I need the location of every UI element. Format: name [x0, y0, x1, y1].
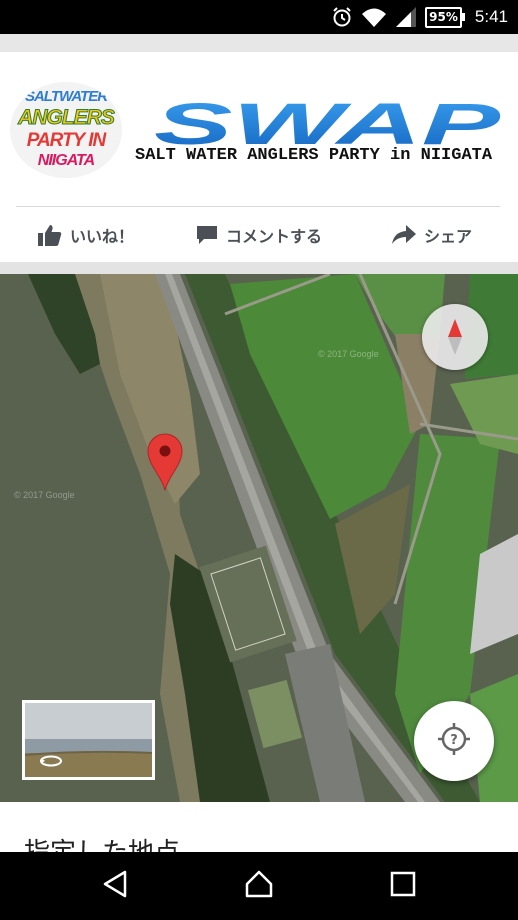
street-view-thumbnail[interactable] — [22, 700, 155, 780]
location-pin-icon[interactable] — [147, 433, 183, 491]
navigation-bar — [0, 852, 518, 920]
swap-subtitle: SALT WATER ANGLERS PARTY in NIIGATA — [135, 146, 493, 165]
comment-icon — [196, 224, 218, 246]
logo-line-2: ANGLERS — [18, 106, 116, 130]
cell-signal-icon — [395, 6, 417, 28]
place-title: 指定した地点 — [24, 832, 180, 852]
alarm-icon — [331, 6, 353, 28]
svg-text:?: ? — [450, 733, 458, 748]
status-bar: 95% 5:41 — [0, 0, 518, 34]
like-button[interactable]: いいね！ — [38, 207, 134, 262]
share-arrow-icon — [392, 224, 416, 245]
back-button[interactable] — [85, 852, 145, 920]
wifi-icon — [361, 6, 387, 28]
logo-line-4: NIIGATA — [37, 152, 95, 169]
battery-icon: 95% — [425, 6, 465, 28]
post-actions: いいね！ コメントする シェア — [0, 207, 518, 262]
compass-icon[interactable] — [422, 304, 488, 370]
my-location-icon: ? — [437, 722, 471, 760]
back-icon — [102, 870, 128, 902]
home-icon — [244, 870, 274, 902]
status-icons: 95% 5:41 — [331, 0, 508, 34]
logo-line-1: SALTWATER — [24, 88, 108, 105]
place-card[interactable]: 指定した地点 — [0, 802, 518, 852]
status-time: 5:41 — [474, 7, 508, 26]
home-button[interactable] — [229, 852, 289, 920]
thumbs-up-icon — [38, 224, 62, 246]
swap-wordmark: SWAP — [154, 100, 501, 150]
section-separator — [0, 262, 518, 274]
share-button[interactable]: シェア — [392, 207, 472, 262]
comment-label: コメントする — [226, 226, 323, 246]
map-watermark-2: © 2017 Google — [14, 490, 75, 500]
swap-brand-text: SWAP — [154, 100, 501, 150]
recents-button[interactable] — [373, 852, 433, 920]
share-label: シェア — [424, 226, 473, 246]
map-watermark: © 2017 Google — [318, 349, 379, 359]
feed-separator — [0, 34, 518, 64]
like-label: いいね！ — [70, 226, 135, 246]
battery-level: 95% — [425, 6, 462, 28]
logo-line-3: PARTY IN — [26, 130, 107, 151]
swap-round-logo: SALTWATER ANGLERS PARTY IN NIIGATA — [10, 82, 122, 178]
screen: 95% 5:41 SALTWATER ANGLERS PARTY IN NIIG… — [0, 0, 518, 920]
post-banner-image[interactable]: SALTWATER ANGLERS PARTY IN NIIGATA SWAP … — [0, 64, 518, 194]
my-location-button[interactable]: ? — [414, 701, 494, 781]
comment-button[interactable]: コメントする — [196, 207, 322, 262]
recents-icon — [390, 871, 416, 901]
street-view-rotate-icon — [39, 753, 63, 772]
